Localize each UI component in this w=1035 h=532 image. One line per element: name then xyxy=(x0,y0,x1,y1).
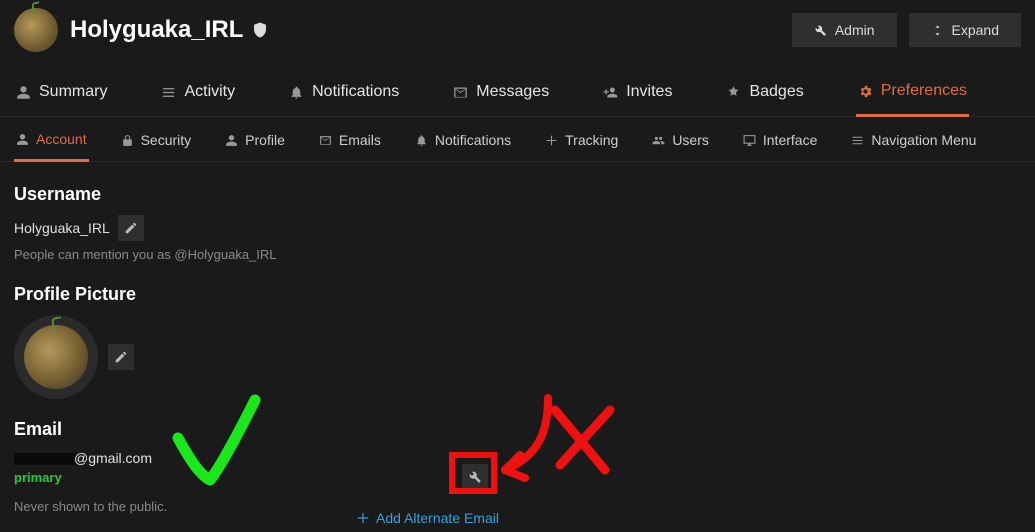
subtab-emails[interactable]: Emails xyxy=(317,126,383,160)
edit-avatar-button[interactable] xyxy=(108,344,134,370)
expand-button-label: Expand xyxy=(952,22,999,38)
user-avatar xyxy=(14,8,58,52)
add-alternate-email-link[interactable]: Add Alternate Email xyxy=(356,510,499,526)
subtab-users[interactable]: Users xyxy=(650,126,711,160)
plus-icon xyxy=(356,511,370,525)
shield-icon xyxy=(251,21,269,39)
user-plus-icon xyxy=(603,85,618,100)
wrench-icon xyxy=(468,470,482,484)
list-icon xyxy=(161,85,176,100)
admin-button[interactable]: Admin xyxy=(792,13,897,47)
tab-badges[interactable]: Badges xyxy=(724,77,805,115)
expand-button[interactable]: Expand xyxy=(909,13,1021,47)
tab-activity[interactable]: Activity xyxy=(159,77,237,115)
tab-invites[interactable]: Invites xyxy=(601,77,674,115)
bell-icon xyxy=(415,134,428,147)
page-header: Holyguaka_IRL Admin Expand xyxy=(0,0,1035,62)
plus-icon xyxy=(545,134,558,147)
tab-label: Messages xyxy=(476,83,549,101)
admin-email-wrench-button[interactable] xyxy=(462,464,488,490)
secondary-tabs: Account Security Profile Emails Notification… xyxy=(0,117,1035,162)
subtab-interface[interactable]: Interface xyxy=(741,126,819,160)
tab-label: Summary xyxy=(39,83,107,101)
add-alternate-email-label: Add Alternate Email xyxy=(376,510,499,526)
tab-label: Activity xyxy=(184,83,235,101)
expand-icon xyxy=(931,24,944,37)
tab-notifications[interactable]: Notifications xyxy=(287,77,401,115)
gear-icon xyxy=(858,84,873,99)
envelope-icon xyxy=(319,134,332,147)
users-icon xyxy=(652,134,665,147)
header-username: Holyguaka_IRL xyxy=(70,16,243,44)
subtab-profile[interactable]: Profile xyxy=(223,126,287,160)
email-heading: Email xyxy=(14,419,1021,440)
subtab-label: Interface xyxy=(763,132,817,148)
subtab-label: Profile xyxy=(245,132,285,148)
user-icon xyxy=(225,134,238,147)
subtab-label: Notifications xyxy=(435,132,511,148)
subtab-label: Security xyxy=(141,132,192,148)
subtab-label: Account xyxy=(36,131,87,147)
account-content: Username Holyguaka_IRL People can mentio… xyxy=(0,162,1035,514)
email-value: @gmail.com xyxy=(14,450,1021,466)
primary-tabs: Summary Activity Notifications Messages Invi… xyxy=(0,62,1035,117)
primary-email-badge: primary xyxy=(14,470,1021,485)
email-privacy-hint: Never shown to the public. xyxy=(14,499,1021,514)
tab-label: Preferences xyxy=(881,82,967,100)
envelope-icon xyxy=(453,85,468,100)
subtab-notifications[interactable]: Notifications xyxy=(413,126,513,160)
admin-button-label: Admin xyxy=(835,22,875,38)
tab-label: Invites xyxy=(626,83,672,101)
wrench-icon xyxy=(814,24,827,37)
list-icon xyxy=(851,134,864,147)
profile-picture-heading: Profile Picture xyxy=(14,284,1021,305)
lock-icon xyxy=(121,134,134,147)
subtab-label: Tracking xyxy=(565,132,618,148)
desktop-icon xyxy=(743,134,756,147)
user-icon xyxy=(16,85,31,100)
email-redacted-part xyxy=(14,453,76,465)
mention-hint: People can mention you as @Holyguaka_IRL xyxy=(14,247,1021,262)
badge-icon xyxy=(726,85,741,100)
subtab-navigation-menu[interactable]: Navigation Menu xyxy=(849,126,978,160)
tab-label: Notifications xyxy=(312,83,399,101)
avatar-preview xyxy=(14,315,98,399)
tab-preferences[interactable]: Preferences xyxy=(856,76,969,117)
subtab-tracking[interactable]: Tracking xyxy=(543,126,620,160)
email-visible-part: @gmail.com xyxy=(74,450,152,466)
subtab-label: Emails xyxy=(339,132,381,148)
tab-label: Badges xyxy=(749,83,803,101)
subtab-account[interactable]: Account xyxy=(14,125,89,162)
pencil-icon xyxy=(124,221,138,235)
subtab-label: Navigation Menu xyxy=(871,132,976,148)
tab-messages[interactable]: Messages xyxy=(451,77,551,115)
username-heading: Username xyxy=(14,184,1021,205)
user-icon xyxy=(16,133,29,146)
avatar-image xyxy=(24,325,88,389)
subtab-label: Users xyxy=(672,132,709,148)
subtab-security[interactable]: Security xyxy=(119,126,194,160)
bell-icon xyxy=(289,85,304,100)
pencil-icon xyxy=(114,350,128,364)
edit-username-button[interactable] xyxy=(118,215,144,241)
tab-summary[interactable]: Summary xyxy=(14,77,109,115)
username-value: Holyguaka_IRL xyxy=(14,220,110,236)
